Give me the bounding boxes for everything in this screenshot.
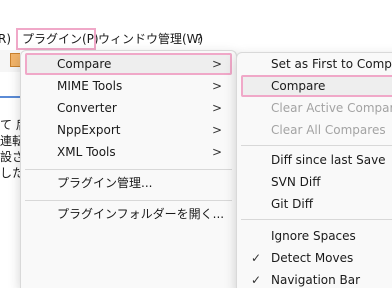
compare-menu-item-clear-all: Clear All Compares (241, 119, 392, 141)
plugins-menu-item-xml-tools[interactable]: XML Tools > (25, 141, 232, 163)
plugins-menu: Compare > MIME Tools > Converter > NppEx… (20, 50, 237, 288)
compare-menu-item-diff-since-save[interactable]: Diff since last Save (241, 149, 392, 171)
menu-item-label: MIME Tools (57, 79, 123, 93)
compare-submenu: Set as First to Compare Compare Clear Ac… (236, 52, 392, 288)
check-icon: ✓ (251, 273, 262, 287)
submenu-arrow-icon: > (211, 101, 222, 115)
menu-run-partial[interactable]: R) (0, 28, 11, 50)
menu-item-label: SVN Diff (271, 175, 321, 189)
menu-item-label: XML Tools (57, 145, 116, 159)
submenu-arrow-icon: > (211, 57, 222, 71)
submenu-arrow-icon: > (211, 123, 222, 137)
check-icon: ✓ (251, 251, 262, 265)
compare-menu-item-svn-diff[interactable]: SVN Diff (241, 171, 392, 193)
compare-menu-item-set-first[interactable]: Set as First to Compare (241, 53, 392, 75)
compare-menu-item-clear-active: Clear Active Compare (241, 97, 392, 119)
plugins-menu-item-mime-tools[interactable]: MIME Tools > (25, 75, 232, 97)
menu-item-label: Compare (271, 79, 326, 93)
compare-menu-item-navigation-bar[interactable]: ✓ Navigation Bar (241, 269, 392, 288)
submenu-arrow-icon: > (211, 79, 222, 93)
menu-item-label: Compare (57, 57, 112, 71)
compare-menu-item-compare[interactable]: Compare (241, 75, 392, 97)
menu-separator (25, 169, 232, 170)
menu-item-label: Detect Moves (271, 251, 354, 265)
plugins-menu-item-converter[interactable]: Converter > (25, 97, 232, 119)
plugins-menu-item-open-plugins-folder[interactable]: プラグインフォルダーを開く... (25, 203, 232, 225)
plugins-menu-item-plugin-admin[interactable]: プラグイン管理... (25, 172, 232, 194)
menu-plugins[interactable]: プラグイン(P) (16, 28, 99, 50)
menu-item-label: Navigation Bar (271, 273, 361, 287)
compare-menu-item-git-diff[interactable]: Git Diff (241, 193, 392, 215)
compare-menu-item-detect-moves[interactable]: ✓ Detect Moves (241, 247, 392, 269)
menu-item-label: Ignore Spaces (271, 229, 356, 243)
menu-bar: R) プラグイン(P) ウィンドウ管理(W) ? (0, 28, 392, 50)
menu-item-label: プラグインフォルダーを開く... (57, 207, 225, 221)
menu-item-label: Converter (57, 101, 117, 115)
menu-separator (241, 145, 392, 146)
plugins-menu-item-nppexport[interactable]: NppExport > (25, 119, 232, 141)
tab-underline (0, 96, 20, 98)
menu-item-label: Clear Active Compare (271, 101, 392, 115)
menu-item-label: プラグイン管理... (57, 176, 153, 190)
compare-menu-item-ignore-spaces[interactable]: Ignore Spaces (241, 225, 392, 247)
menu-item-label: Diff since last Save (271, 153, 386, 167)
menu-item-label: Git Diff (271, 197, 313, 211)
menu-separator (241, 219, 392, 220)
submenu-arrow-icon: > (211, 145, 222, 159)
toolbar-icon[interactable] (10, 53, 20, 67)
menu-help[interactable]: ? (196, 28, 202, 50)
menu-item-label: Clear All Compares (271, 123, 386, 137)
menu-item-label: Set as First to Compare (271, 57, 392, 71)
menu-window[interactable]: ウィンドウ管理(W) (98, 28, 203, 50)
menu-separator (25, 200, 232, 201)
plugins-menu-item-compare[interactable]: Compare > (25, 53, 232, 75)
menu-item-label: NppExport (57, 123, 121, 137)
